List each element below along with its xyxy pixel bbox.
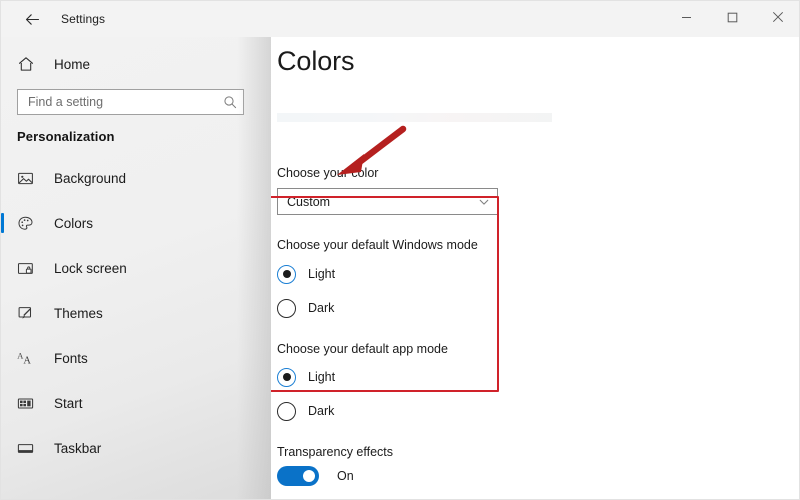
search-placeholder-text: Find a setting [28, 95, 104, 109]
search-icon [217, 95, 243, 109]
search-input[interactable]: Find a setting [17, 89, 244, 115]
lockscreen-icon [17, 260, 39, 277]
window-controls [663, 1, 799, 37]
title-bar: Settings [1, 1, 799, 37]
picture-icon [17, 170, 39, 187]
radio-mark-unselected [277, 401, 296, 421]
palette-icon [17, 215, 39, 232]
svg-text:A: A [23, 355, 31, 366]
transparency-toggle-row: On [277, 465, 354, 487]
home-icon [17, 55, 39, 73]
sidebar-item-label: Fonts [54, 350, 88, 366]
radio-mark-selected [277, 264, 296, 284]
settings-window: Settings Home Find a setting Personaliza… [0, 0, 800, 500]
window-title: Settings [61, 12, 106, 26]
sidebar-item-label: Taskbar [54, 440, 102, 456]
sidebar-item-label: Themes [54, 305, 103, 321]
annotation-highlight-box [271, 196, 499, 392]
radio-mark-selected [277, 367, 296, 387]
sidebar-item-taskbar[interactable]: Taskbar [1, 435, 271, 461]
blurred-preview-banner [277, 113, 552, 122]
choose-your-color-label: Choose your color [277, 166, 379, 180]
radio-mark-unselected [277, 298, 296, 318]
sidebar-item-lock-screen[interactable]: Lock screen [1, 255, 271, 281]
sidebar: Home Find a setting Personalization Back… [1, 37, 271, 499]
radio-windows-mode-light[interactable]: Light [277, 263, 335, 285]
radio-label: Dark [308, 404, 335, 418]
sidebar-item-label: Start [54, 395, 83, 411]
svg-text:A: A [17, 351, 23, 360]
radio-label: Light [308, 267, 336, 281]
radio-windows-mode-dark[interactable]: Dark [277, 297, 334, 319]
windows-mode-label: Choose your default Windows mode [277, 238, 478, 252]
sidebar-item-label: Lock screen [54, 260, 127, 276]
page-title: Colors [277, 46, 355, 76]
title-bar-left-region: Settings [1, 1, 271, 37]
sidebar-item-label: Colors [54, 215, 94, 231]
radio-app-mode-light[interactable]: Light [277, 366, 335, 388]
sidebar-item-label: Background [54, 170, 127, 186]
taskbar-icon [17, 440, 39, 457]
back-arrow-icon[interactable] [11, 3, 53, 35]
minimize-icon[interactable] [663, 1, 709, 33]
radio-label: Light [308, 370, 336, 384]
radio-app-mode-dark[interactable]: Dark [277, 400, 334, 422]
transparency-state-label: On [337, 469, 354, 483]
start-grid-icon [17, 395, 39, 412]
sidebar-item-home[interactable]: Home [1, 47, 271, 81]
sidebar-nav-list: Background Colors Lock screen Themes A A… [1, 165, 271, 480]
app-mode-label: Choose your default app mode [277, 342, 448, 356]
transparency-effects-toggle[interactable] [277, 466, 319, 486]
fonts-aa-icon: A A [17, 350, 39, 367]
radio-label: Dark [308, 301, 335, 315]
sidebar-category-title: Personalization [17, 129, 115, 144]
sidebar-item-start[interactable]: Start [1, 390, 271, 416]
sidebar-home-label: Home [54, 56, 91, 72]
brush-icon [17, 305, 39, 322]
chevron-down-icon [471, 196, 497, 208]
maximize-icon[interactable] [709, 1, 755, 33]
transparency-effects-label: Transparency effects [277, 445, 394, 459]
sidebar-item-themes[interactable]: Themes [1, 300, 271, 326]
choose-your-color-value: Custom [287, 194, 331, 209]
choose-your-color-dropdown[interactable]: Custom [277, 188, 498, 215]
sidebar-item-background[interactable]: Background [1, 165, 271, 191]
content-pane: Colors Choose your color Custom Choose y… [271, 37, 799, 499]
sidebar-item-fonts[interactable]: A A Fonts [1, 345, 271, 371]
close-icon[interactable] [755, 1, 799, 33]
sidebar-item-colors[interactable]: Colors [1, 210, 271, 236]
